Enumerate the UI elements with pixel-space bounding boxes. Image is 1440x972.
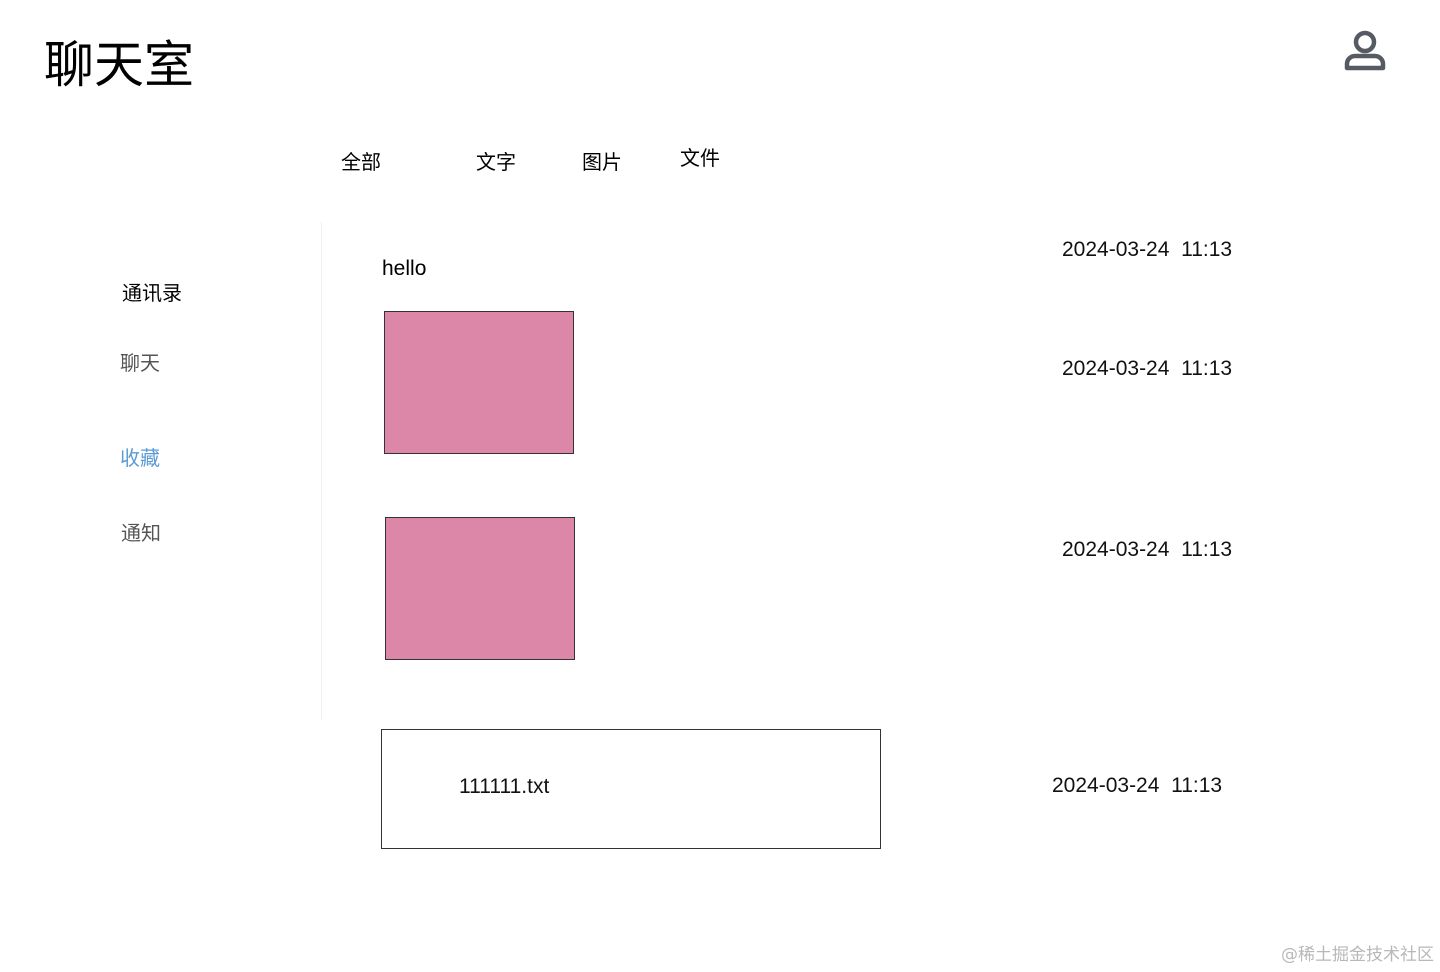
message-image[interactable]	[385, 517, 575, 660]
tab-all[interactable]: 全部	[341, 149, 381, 175]
message-file-card[interactable]: 111111.txt	[381, 729, 881, 849]
message-timestamp: 2024-03-24 11:13	[1062, 357, 1233, 380]
tab-image[interactable]: 图片	[582, 149, 622, 175]
user-icon[interactable]	[1342, 28, 1388, 74]
message-timestamp: 2024-03-24 11:13	[1052, 774, 1223, 797]
watermark: @稀土掘金技术社区	[1281, 945, 1434, 965]
message-timestamp: 2024-03-24 11:13	[1062, 238, 1233, 261]
tab-text[interactable]: 文字	[476, 149, 516, 175]
sidebar-item-notifications[interactable]: 通知	[121, 520, 161, 546]
sidebar-divider	[321, 222, 322, 720]
sidebar-item-contacts[interactable]: 通讯录	[122, 280, 182, 306]
message-timestamp: 2024-03-24 11:13	[1062, 538, 1233, 561]
file-name: 111111.txt	[459, 775, 550, 798]
message-image[interactable]	[384, 311, 574, 454]
sidebar-item-chat[interactable]: 聊天	[120, 350, 160, 376]
message-text[interactable]: hello	[382, 256, 426, 282]
sidebar-item-favorites[interactable]: 收藏	[120, 445, 160, 471]
tab-file[interactable]: 文件	[680, 145, 720, 171]
app-title: 聊天室	[44, 36, 194, 94]
